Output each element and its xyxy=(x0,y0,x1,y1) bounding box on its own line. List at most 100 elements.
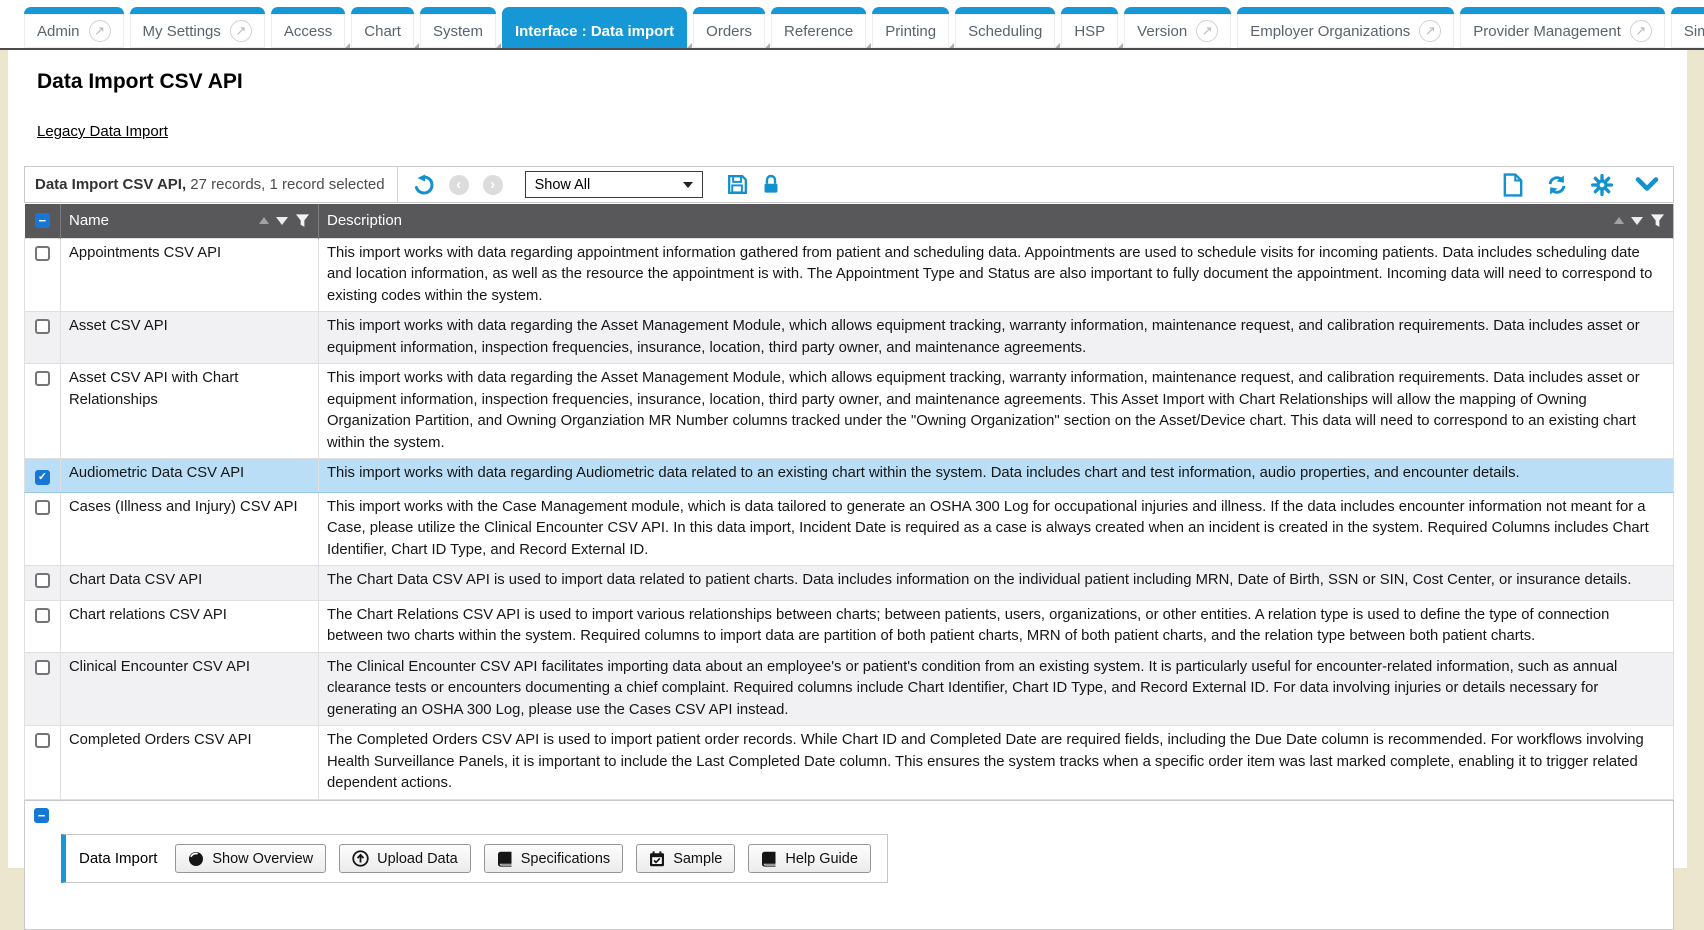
row-checkbox-cell xyxy=(25,600,61,652)
tab-label: Printing xyxy=(885,23,936,40)
button-label: Help Guide xyxy=(785,851,858,867)
tab-similar-exposure-groups-se[interactable]: Similar Exposure Groups (SE xyxy=(1671,7,1704,48)
row-checkbox[interactable] xyxy=(35,500,50,515)
table-row-clinical-encounter-csv-api[interactable]: Clinical Encounter CSV APIThe Clinical E… xyxy=(25,652,1674,726)
tab-label: Employer Organizations xyxy=(1250,23,1410,40)
help-guide-button[interactable]: Help Guide xyxy=(748,844,871,873)
sort-descending-icon[interactable] xyxy=(1631,217,1643,225)
tab-hsp[interactable]: HSP xyxy=(1061,7,1118,48)
submenu-fold-indicator xyxy=(1054,43,1060,49)
tab-my-settings[interactable]: My Settings↗ xyxy=(130,7,265,48)
tab-chart[interactable]: Chart xyxy=(351,7,414,48)
tab-orders[interactable]: Orders xyxy=(693,7,765,48)
description-column-header[interactable]: Description xyxy=(319,204,1674,238)
upload-data-button[interactable]: Upload Data xyxy=(339,844,471,873)
tab-admin[interactable]: Admin ↗ xyxy=(24,7,124,48)
row-name-cell[interactable]: Asset CSV API with Chart Relationships xyxy=(61,364,319,459)
legacy-data-import-link[interactable]: Legacy Data Import xyxy=(37,123,168,140)
submenu-fold-indicator xyxy=(686,43,692,49)
select-all-checkbox[interactable]: − xyxy=(35,213,50,228)
row-checkbox-cell xyxy=(25,652,61,726)
save-icon[interactable] xyxy=(727,174,748,195)
row-checkbox[interactable] xyxy=(35,733,50,748)
previous-page-icon[interactable]: ‹ xyxy=(449,175,469,195)
row-name-cell[interactable]: Clinical Encounter CSV API xyxy=(61,652,319,726)
specifications-button[interactable]: Specifications xyxy=(484,844,623,873)
row-checkbox[interactable] xyxy=(35,660,50,675)
next-page-icon[interactable]: › xyxy=(483,175,503,195)
collapse-toolbar-chevron-icon[interactable] xyxy=(1635,177,1659,192)
filter-funnel-icon[interactable] xyxy=(1650,213,1665,228)
tab-version[interactable]: Version↗ xyxy=(1124,7,1231,48)
row-name-cell[interactable]: Chart Data CSV API xyxy=(61,566,319,601)
undo-icon[interactable] xyxy=(413,174,435,196)
sort-descending-icon[interactable] xyxy=(276,217,288,225)
application-window: { "colors": { "accent_blue": "#1798d6", … xyxy=(0,0,1704,868)
show-overview-button[interactable]: Show Overview xyxy=(175,844,326,873)
row-checkbox-cell xyxy=(25,726,61,800)
tab-system[interactable]: System xyxy=(420,7,496,48)
open-in-new-window-icon[interactable]: ↗ xyxy=(89,20,111,42)
tab-scheduling[interactable]: Scheduling xyxy=(955,7,1055,48)
grid-toolbar: Data Import CSV API, 27 records, 1 recor… xyxy=(24,166,1674,203)
tab-access[interactable]: Access xyxy=(271,7,345,48)
row-description-cell: The Chart Relations CSV API is used to i… xyxy=(319,600,1674,652)
row-checkbox[interactable] xyxy=(35,246,50,261)
table-row-cases-illness-and-injury-csv-api[interactable]: Cases (Illness and Injury) CSV APIThis i… xyxy=(25,492,1674,566)
submenu-fold-indicator xyxy=(413,43,419,49)
row-description-cell: This import works with the Case Manageme… xyxy=(319,492,1674,566)
sort-ascending-icon[interactable] xyxy=(1614,217,1624,224)
tab-provider-management[interactable]: Provider Management ↗ xyxy=(1460,7,1665,48)
submenu-fold-indicator xyxy=(1117,43,1123,49)
open-in-new-window-icon[interactable]: ↗ xyxy=(1419,20,1441,42)
sample-button[interactable]: Sample xyxy=(636,844,735,873)
submenu-fold-indicator xyxy=(948,43,954,49)
row-checkbox[interactable] xyxy=(35,573,50,588)
open-in-new-window-icon[interactable]: ↗ xyxy=(1630,20,1652,42)
row-name-cell[interactable]: Audiometric Data CSV API xyxy=(61,459,319,493)
row-name-cell[interactable]: Chart relations CSV API xyxy=(61,600,319,652)
table-row-audiometric-data-csv-api[interactable]: ✓Audiometric Data CSV APIThis import wor… xyxy=(25,459,1674,493)
tab-label: Admin xyxy=(37,23,80,40)
main-content-panel: Data Import CSV API Legacy Data Import D… xyxy=(8,50,1687,868)
sort-ascending-icon[interactable] xyxy=(259,217,269,224)
tab-employer-organizations[interactable]: Employer Organizations ↗ xyxy=(1237,7,1454,48)
row-checkbox[interactable] xyxy=(35,319,50,334)
new-record-icon[interactable] xyxy=(1503,173,1523,197)
table-row-chart-relations-csv-api[interactable]: Chart relations CSV APIThe Chart Relatio… xyxy=(25,600,1674,652)
tab-printing[interactable]: Printing xyxy=(872,7,949,48)
tab-reference[interactable]: Reference xyxy=(771,7,866,48)
table-row-asset-csv-api[interactable]: Asset CSV APIThis import works with data… xyxy=(25,312,1674,364)
tab-label: Provider Management xyxy=(1473,23,1621,40)
row-name-cell[interactable]: Cases (Illness and Injury) CSV API xyxy=(61,492,319,566)
settings-gear-icon[interactable] xyxy=(1591,174,1613,196)
lock-icon[interactable] xyxy=(762,174,780,195)
tab-interface-data-import[interactable]: Interface : Data import xyxy=(502,7,687,48)
collapse-minus-icon[interactable]: − xyxy=(34,808,49,823)
record-summary-title: Data Import CSV API, xyxy=(35,176,186,193)
open-in-new-window-icon[interactable]: ↗ xyxy=(1196,20,1218,42)
name-column-header[interactable]: Name xyxy=(61,204,319,238)
refresh-icon[interactable] xyxy=(1545,174,1569,196)
row-name-cell[interactable]: Appointments CSV API xyxy=(61,238,319,312)
open-in-new-window-icon[interactable]: ↗ xyxy=(230,20,252,42)
table-row-completed-orders-csv-api[interactable]: Completed Orders CSV APIThe Completed Or… xyxy=(25,726,1674,800)
row-name-cell[interactable]: Asset CSV API xyxy=(61,312,319,364)
tab-label: Orders xyxy=(706,23,752,40)
row-checkbox-cell xyxy=(25,312,61,364)
row-checkbox-cell xyxy=(25,238,61,312)
table-row-chart-data-csv-api[interactable]: Chart Data CSV APIThe Chart Data CSV API… xyxy=(25,566,1674,601)
table-row-asset-csv-api-with-chart-relationships[interactable]: Asset CSV API with Chart RelationshipsTh… xyxy=(25,364,1674,459)
tab-label: HSP xyxy=(1074,23,1105,40)
filter-funnel-icon[interactable] xyxy=(295,213,310,228)
row-name-cell[interactable]: Completed Orders CSV API xyxy=(61,726,319,800)
table-body: Appointments CSV API This import works wi… xyxy=(25,238,1674,799)
row-checkbox[interactable] xyxy=(35,608,50,623)
submenu-fold-indicator xyxy=(495,43,501,49)
book-icon xyxy=(497,851,513,867)
tab-label: Interface : Data import xyxy=(515,23,674,40)
row-checkbox-checked[interactable]: ✓ xyxy=(35,470,50,485)
table-row-appointments-csv-api[interactable]: Appointments CSV APIThis import works wi… xyxy=(25,238,1674,312)
row-checkbox[interactable] xyxy=(35,371,50,386)
filter-select[interactable]: Show All xyxy=(525,171,703,198)
